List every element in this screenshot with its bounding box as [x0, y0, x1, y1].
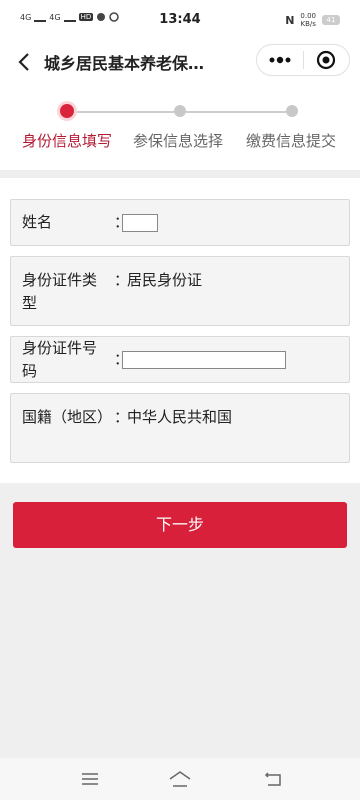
more-button[interactable]: [257, 45, 303, 75]
next-step-button[interactable]: 下一步: [13, 502, 347, 548]
form-row-name: 姓名 ：: [10, 199, 350, 246]
mini-program-capsule: [256, 44, 350, 76]
nationality-label: 国籍（地区）: [22, 408, 113, 426]
back-arrow-icon: [264, 772, 281, 786]
home-button[interactable]: [164, 766, 196, 792]
nav-bar: 城乡居民基本养老保…: [0, 40, 360, 84]
menu-button[interactable]: [74, 766, 106, 792]
id-number-label: 身份证件号码: [22, 339, 98, 380]
step-indicator: 身份信息填写 参保信息选择 缴费信息提交: [0, 100, 360, 160]
form-row-id-number: 身份证件号码 ：: [10, 336, 350, 383]
page-title: 城乡居民基本养老保…: [44, 54, 205, 73]
name-input[interactable]: [122, 214, 158, 232]
back-button[interactable]: [12, 48, 36, 76]
nfc-icon: N: [285, 13, 295, 27]
id-type-label: 身份证件类型: [22, 271, 98, 312]
step-connector: [186, 111, 286, 113]
name-label: 姓名: [22, 213, 53, 231]
home-icon: [169, 771, 191, 787]
back-nav-button[interactable]: [258, 766, 290, 792]
battery-icon: 41: [322, 15, 340, 25]
step-label-2: 参保信息选择: [133, 132, 224, 150]
step-connector: [74, 111, 174, 113]
status-bar: 4G 4G HD 13:44 N 0.00 KB/s 41: [0, 0, 360, 40]
network-speed-unit: KB/s: [300, 20, 316, 28]
section-gap: [0, 170, 360, 178]
id-number-input[interactable]: [122, 351, 286, 369]
step-label-3: 缴费信息提交: [246, 132, 337, 150]
form-row-id-type: 身份证件类型 ： 居民身份证: [10, 256, 350, 326]
step-dot-1: [60, 104, 74, 118]
status-right: N 0.00 KB/s 41: [285, 12, 340, 28]
close-button[interactable]: [303, 45, 349, 75]
network-speed: 0.00 KB/s: [300, 12, 316, 28]
step-label-1: 身份信息填写: [22, 132, 113, 150]
step-dot-3: [286, 105, 298, 117]
step-dot-2: [174, 105, 186, 117]
close-circle-icon: [317, 50, 336, 70]
menu-icon: [82, 773, 98, 785]
system-nav-bar: [0, 758, 360, 800]
network-speed-value: 0.00: [300, 12, 316, 20]
nationality-value: 中华人民共和国: [127, 408, 233, 426]
id-type-value: 居民身份证: [127, 271, 203, 289]
chevron-left-icon: [18, 53, 29, 71]
form-row-nationality: 国籍（地区） ： 中华人民共和国: [10, 393, 350, 463]
more-dots-icon: [269, 56, 291, 64]
